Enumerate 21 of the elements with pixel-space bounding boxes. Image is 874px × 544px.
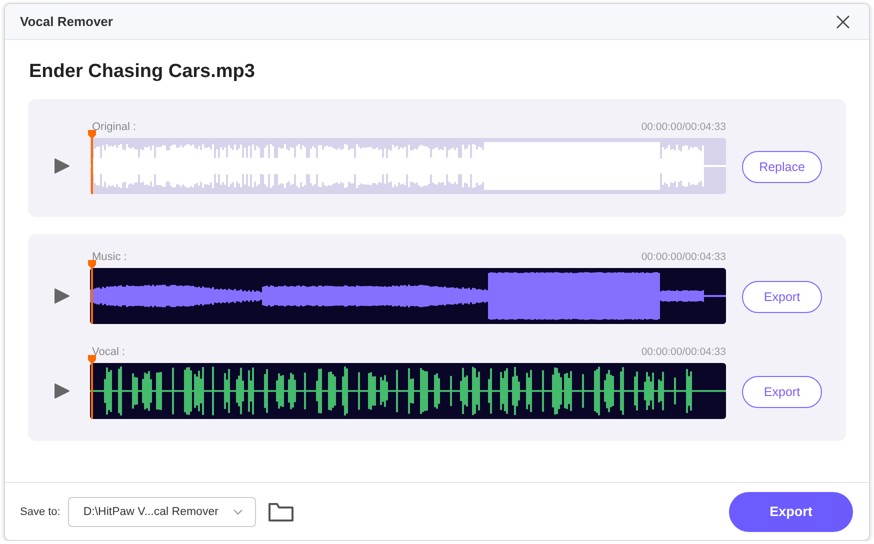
chevron-down-icon [233, 508, 244, 514]
time-readout: 00:00:00/00:04:33 [641, 121, 726, 133]
track-button[interactable]: Replace [742, 151, 822, 183]
playhead[interactable] [87, 260, 97, 324]
track-label: Original : [92, 121, 136, 133]
play-icon[interactable] [54, 158, 70, 174]
folder-button[interactable] [268, 502, 294, 522]
track-button[interactable]: Export [742, 281, 822, 313]
save-path-dropdown[interactable]: D:\HitPaw V...cal Remover [68, 496, 256, 526]
export-button[interactable]: Export [729, 492, 853, 532]
window-title: Vocal Remover [20, 14, 113, 29]
save-to-label: Save to: [20, 506, 60, 518]
file-name: Ender Chasing Cars.mp3 [29, 61, 256, 83]
time-readout: 00:00:00/00:04:33 [641, 251, 726, 263]
track-button[interactable]: Export [742, 376, 822, 408]
time-readout: 00:00:00/00:04:33 [641, 346, 726, 358]
play-icon[interactable] [54, 288, 70, 304]
playhead[interactable] [87, 355, 97, 419]
track-label: Vocal : [92, 346, 126, 358]
play-icon[interactable] [54, 383, 70, 399]
track-label: Music : [92, 251, 127, 263]
